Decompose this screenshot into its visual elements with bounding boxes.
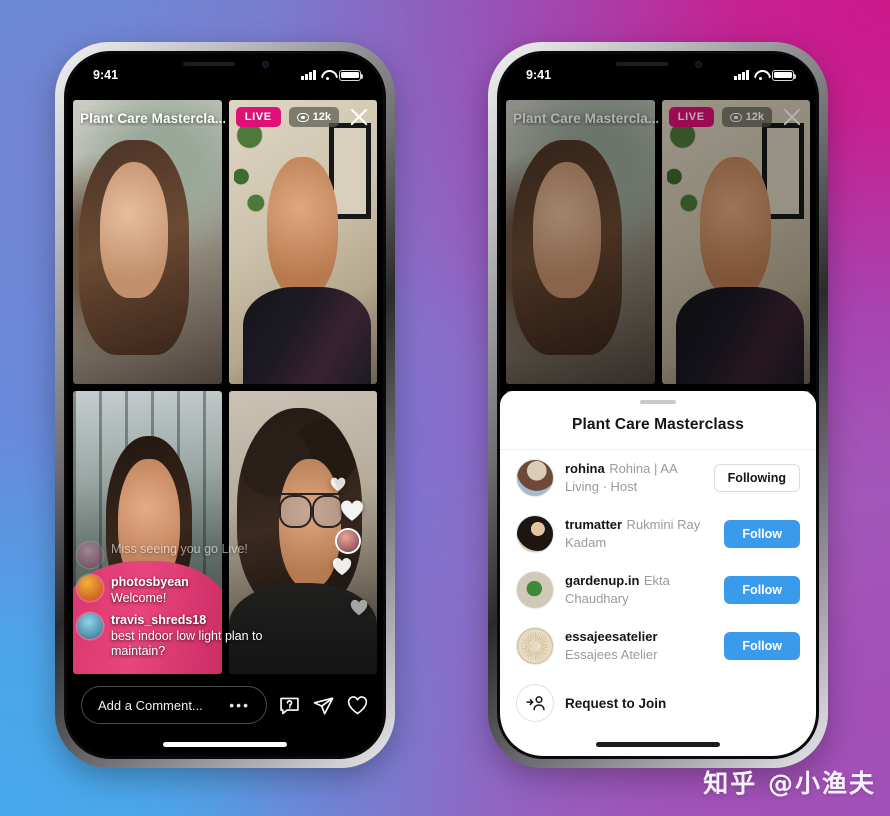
comment-body: Welcome!: [111, 590, 167, 605]
participant-video-2: [228, 100, 377, 384]
comment-item: photosbyean Welcome!: [77, 574, 295, 606]
watermark: 知乎 @小渔夫: [703, 769, 876, 798]
comment-text: travis_shreds18 best indoor low light pl…: [111, 613, 295, 660]
floating-heart-icon: [349, 598, 369, 616]
device-notch: [155, 54, 295, 77]
participant-info: essajeesatelier Essajees Atelier: [565, 628, 713, 664]
live-broadcast-screen: Plant Care Mastercla... LIVE 12k Miss se…: [67, 54, 383, 756]
status-time: 9:41: [93, 68, 119, 82]
add-person-icon: [516, 684, 554, 722]
sheet-title: Plant Care Masterclass: [500, 404, 816, 450]
participants-sheet: Plant Care Masterclass rohina Rohina | A…: [500, 391, 816, 756]
viewer-count-badge: 12k: [288, 107, 339, 127]
home-indicator[interactable]: [163, 742, 287, 747]
question-bubble-icon[interactable]: [278, 694, 301, 717]
home-indicator[interactable]: [596, 742, 720, 747]
phone-left-screen: Plant Care Mastercla... LIVE 12k Miss se…: [64, 51, 386, 759]
floating-heart-icon: [331, 556, 353, 576]
reaction-avatar: [337, 530, 359, 552]
comment-username: photosbyean: [111, 574, 189, 589]
avatar: [77, 574, 103, 601]
floating-heart-icon: [339, 498, 365, 522]
following-button[interactable]: Following: [713, 464, 800, 492]
battery-icon: [339, 69, 364, 81]
participant-row[interactable]: essajeesatelier Essajees Atelier Follow: [500, 618, 816, 674]
participant-row[interactable]: gardenup.in Ekta Chaudhary Follow: [500, 562, 816, 618]
participant-row[interactable]: rohina Rohina | AA Living · Host Followi…: [500, 450, 816, 506]
participant-fullname: Essajees Atelier: [565, 647, 658, 662]
wifi-icon: [321, 70, 334, 80]
follow-button[interactable]: Follow: [724, 520, 800, 548]
participant-video-1: [73, 100, 222, 384]
comment-body: Miss seeing you go Live!: [111, 541, 248, 556]
participant-username: gardenup.in: [565, 573, 640, 588]
request-to-join-row[interactable]: Request to Join: [500, 674, 816, 722]
participant-info: rohina Rohina | AA Living · Host: [565, 460, 703, 496]
live-header-badges: LIVE 12k: [235, 105, 371, 129]
participant-username: rohina: [565, 461, 605, 476]
speaker-grille: [183, 62, 235, 66]
wifi-icon: [754, 70, 767, 80]
follow-button[interactable]: Follow: [724, 632, 800, 660]
floating-heart-icon: [329, 476, 347, 492]
comment-item: Miss seeing you go Live!: [77, 541, 295, 568]
live-title: Plant Care Mastercla...: [80, 111, 225, 126]
status-time: 9:41: [526, 68, 552, 82]
avatar: [516, 627, 554, 665]
live-comments-list: Miss seeing you go Live! photosbyean Wel…: [77, 535, 295, 660]
avatar: [516, 459, 554, 497]
comment-input[interactable]: Add a Comment... •••: [81, 686, 267, 724]
video-tile-2[interactable]: [228, 100, 377, 384]
viewer-count-label: 12k: [312, 111, 331, 123]
close-icon[interactable]: [347, 105, 371, 129]
phone-left: Plant Care Mastercla... LIVE 12k Miss se…: [55, 42, 395, 768]
live-badge: LIVE: [235, 107, 281, 127]
comment-text: Miss seeing you go Live!: [111, 542, 248, 558]
video-tile-1[interactable]: [73, 100, 222, 384]
paper-plane-icon[interactable]: [312, 694, 335, 717]
device-notch: [588, 54, 728, 77]
participant-info: gardenup.in Ekta Chaudhary: [565, 572, 713, 608]
participant-username: essajeesatelier: [565, 629, 658, 644]
live-bottom-bar: Add a Comment... •••: [67, 682, 383, 728]
participant-row[interactable]: trumatter Rukmini Ray Kadam Follow: [500, 506, 816, 562]
comment-username: travis_shreds18: [111, 613, 207, 628]
avatar: [77, 613, 103, 640]
comment-text: photosbyean Welcome!: [111, 575, 189, 606]
request-to-join-label: Request to Join: [565, 695, 667, 711]
ellipsis-icon[interactable]: •••: [229, 697, 250, 713]
comment-body: best indoor low light plan to maintain?: [111, 628, 263, 659]
front-camera: [262, 61, 269, 68]
heart-icon[interactable]: [346, 694, 369, 717]
status-indicators: [301, 69, 364, 81]
speaker-grille: [616, 62, 668, 66]
cellular-bars-icon: [301, 70, 316, 80]
battery-icon: [772, 69, 797, 81]
status-indicators: [734, 69, 797, 81]
phone-right: Plant Care Mastercla... LIVE 12k Plant C…: [488, 42, 828, 768]
participant-username: trumatter: [565, 517, 623, 532]
follow-button[interactable]: Follow: [724, 576, 800, 604]
participant-info: trumatter Rukmini Ray Kadam: [565, 516, 713, 552]
avatar: [77, 541, 103, 568]
avatar: [516, 571, 554, 609]
front-camera: [695, 61, 702, 68]
phone-right-screen: Plant Care Mastercla... LIVE 12k Plant C…: [497, 51, 819, 759]
comment-placeholder: Add a Comment...: [98, 697, 203, 713]
cellular-bars-icon: [734, 70, 749, 80]
comment-item: travis_shreds18 best indoor low light pl…: [77, 613, 295, 660]
avatar: [516, 515, 554, 553]
eye-icon: [296, 112, 309, 122]
